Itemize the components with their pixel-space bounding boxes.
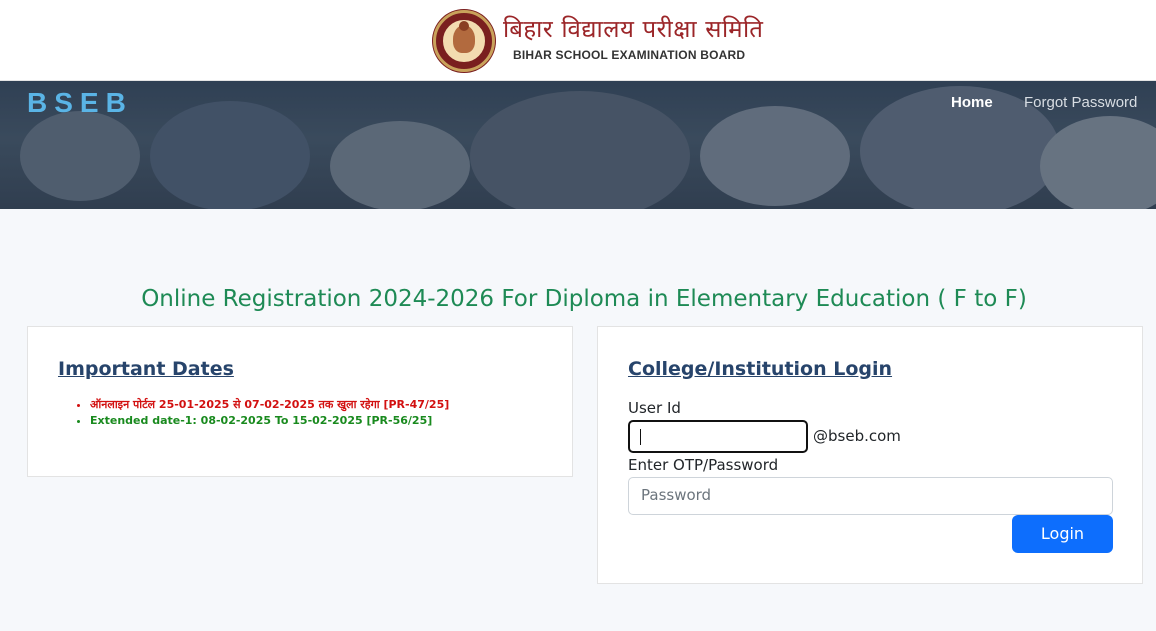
bseb-logo-text[interactable]: BSEB <box>27 87 133 119</box>
page-title: Online Registration 2024-2026 For Diplom… <box>141 286 1027 312</box>
important-dates-list: ऑनलाइन पोर्टल 25-01-2025 से 07-02-2025 त… <box>90 397 449 429</box>
navbar-banner: BSEB Home Forgot Password <box>0 81 1156 209</box>
brand-name-english: BIHAR SCHOOL EXAMINATION BOARD <box>513 48 746 62</box>
bseb-seal-logo <box>433 10 495 72</box>
user-id-input[interactable] <box>628 420 808 453</box>
password-input[interactable]: Password <box>628 477 1113 515</box>
important-dates-heading: Important Dates <box>58 358 234 380</box>
user-id-domain-suffix: @bseb.com <box>813 427 901 445</box>
nav-forgot-password-link[interactable]: Forgot Password <box>1024 94 1137 111</box>
date-item-extended: Extended date-1: 08-02-2025 To 15-02-202… <box>90 413 449 429</box>
user-id-label: User Id <box>628 399 681 417</box>
important-dates-card: Important Dates ऑनलाइन पोर्टल 25-01-2025… <box>27 326 573 477</box>
site-header: बिहार विद्यालय परीक्षा समिति BIHAR SCHOO… <box>0 0 1156 81</box>
seal-figure-head <box>459 21 469 31</box>
login-button[interactable]: Login <box>1012 515 1113 553</box>
login-heading: College/Institution Login <box>628 358 893 380</box>
password-label: Enter OTP/Password <box>628 456 779 474</box>
text-caret <box>640 429 641 445</box>
date-item-portal-open: ऑनलाइन पोर्टल 25-01-2025 से 07-02-2025 त… <box>90 397 449 413</box>
login-card: College/Institution Login User Id @bseb.… <box>597 326 1143 584</box>
brand-name-hindi: बिहार विद्यालय परीक्षा समिति <box>503 15 764 43</box>
nav-home-link[interactable]: Home <box>951 94 993 111</box>
